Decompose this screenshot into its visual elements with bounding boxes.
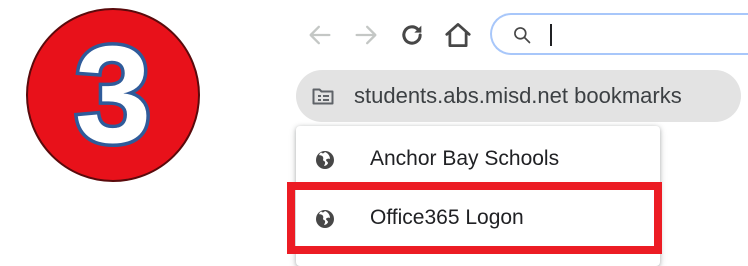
globe-icon xyxy=(316,210,334,228)
step-3-badge: 3 xyxy=(24,6,202,184)
back-button[interactable] xyxy=(302,12,338,58)
search-icon xyxy=(514,27,531,44)
arrow-left-icon xyxy=(309,25,331,45)
menu-item-label: Office365 Logon xyxy=(370,206,524,229)
bookmark-folder-icon xyxy=(312,88,334,105)
reload-button[interactable] xyxy=(394,12,430,58)
step-number-icon: 3 xyxy=(26,8,200,182)
globe-icon xyxy=(316,151,334,169)
step-number: 3 xyxy=(75,18,152,172)
bookmark-folder-label: students.abs.misd.net bookmarks xyxy=(354,83,682,108)
address-bar[interactable] xyxy=(490,13,748,55)
bookmark-folder-menu: Anchor Bay Schools Office365 Logon xyxy=(296,126,660,266)
arrow-right-icon xyxy=(355,25,377,45)
menu-item-anchor-bay-schools[interactable]: Anchor Bay Schools xyxy=(296,130,660,188)
menu-item-label: Anchor Bay Schools xyxy=(370,147,560,170)
home-button[interactable] xyxy=(440,12,476,58)
reload-icon xyxy=(402,25,422,45)
bookmark-folder-button[interactable]: students.abs.misd.net bookmarks xyxy=(296,70,741,122)
forward-button[interactable] xyxy=(348,12,384,58)
browser-toolbar xyxy=(298,12,748,58)
home-icon xyxy=(445,23,471,47)
text-cursor xyxy=(550,24,552,46)
menu-item-office365-logon[interactable]: Office365 Logon xyxy=(296,189,660,247)
